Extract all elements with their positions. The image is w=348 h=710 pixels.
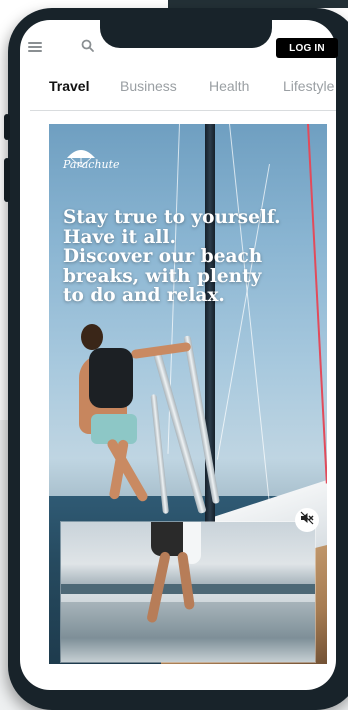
tabs-divider xyxy=(30,110,336,111)
category-tabs: Travel Business Health Lifestyle xyxy=(20,72,336,106)
headline-line: to do and relax. xyxy=(63,285,225,307)
brand-name: Parachute xyxy=(63,158,120,171)
tab-business[interactable]: Business xyxy=(120,78,177,94)
headline-line: Discover our beach xyxy=(63,246,263,268)
inset-beach-photo xyxy=(61,522,315,662)
phone-volume-button xyxy=(4,158,10,202)
headline-line: Have it all. xyxy=(63,226,176,248)
person-backpack xyxy=(89,348,133,408)
headline-line: Stay true to yourself. xyxy=(63,207,281,228)
speaker-muted-icon xyxy=(300,511,314,530)
tab-travel[interactable]: Travel xyxy=(49,78,89,94)
login-button[interactable]: LOG IN xyxy=(276,38,338,58)
inset-wet-sand xyxy=(61,602,315,662)
search-icon[interactable] xyxy=(80,38,96,54)
hero-ad-video[interactable]: Parachute Stay true to yourself. Have it… xyxy=(49,124,327,664)
ad-headline: Stay true to yourself. Have it all. Disc… xyxy=(63,208,317,306)
tab-health[interactable]: Health xyxy=(209,78,249,94)
hamburger-menu-icon[interactable] xyxy=(28,42,42,52)
rigging-rope xyxy=(229,124,270,502)
phone-notch xyxy=(100,20,272,48)
screen-bottom xyxy=(20,676,336,690)
person-head xyxy=(81,324,103,350)
tab-lifestyle[interactable]: Lifestyle xyxy=(283,78,334,94)
mute-toggle-button[interactable] xyxy=(295,508,319,532)
headline-line: breaks, with plenty xyxy=(63,265,262,287)
background-dark-strip xyxy=(168,0,348,8)
phone-side-button xyxy=(4,114,10,140)
